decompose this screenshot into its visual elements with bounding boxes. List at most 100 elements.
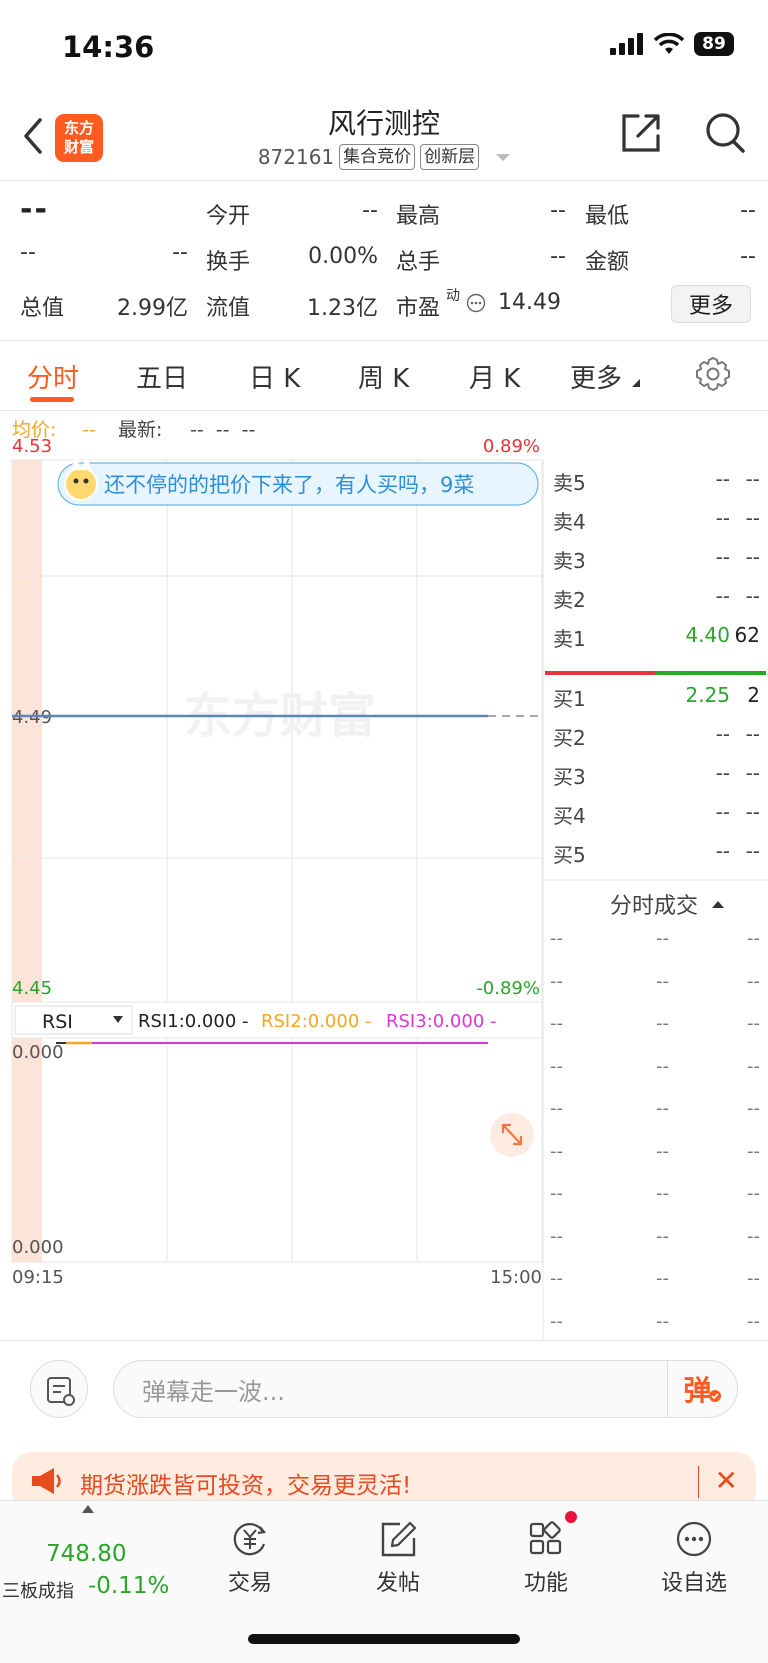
rsi-top-label: 0.000 xyxy=(12,1042,64,1063)
share-icon[interactable] xyxy=(618,110,664,156)
y-axis-mid-label: 4.49 xyxy=(12,707,52,728)
active-tab-indicator xyxy=(30,397,74,402)
tab-daily-k[interactable]: 日 K xyxy=(249,358,300,395)
bid-row[interactable]: 买1 2.25 2 xyxy=(545,675,768,713)
more-dots-icon xyxy=(676,1521,712,1557)
price-change-pct: -- xyxy=(172,240,188,265)
trade-price: -- xyxy=(656,1183,669,1204)
chart-tabs: 分时 五日 日 K 周 K 月 K 更多 xyxy=(0,342,768,410)
search-icon[interactable] xyxy=(703,110,747,156)
pe-dynamic-label: 动 xyxy=(446,288,460,304)
trade-price: -- xyxy=(656,1310,669,1332)
latest-price-label: 最新: xyxy=(118,419,162,441)
index-name: 三板成指 xyxy=(2,1581,74,1602)
trade-price: -- xyxy=(656,1098,669,1119)
status-time: 14:36 xyxy=(62,30,155,64)
rsi2-label: RSI2:0.000 - xyxy=(261,1011,372,1032)
divider xyxy=(698,1466,699,1498)
low-label: 最低 xyxy=(585,204,630,229)
megaphone-icon xyxy=(32,1468,61,1494)
trade-volume: -- xyxy=(747,1310,760,1332)
ask-row[interactable]: 卖4 -- -- xyxy=(545,498,768,536)
low-value: -- xyxy=(740,198,756,223)
trade-price: -- xyxy=(656,1225,669,1247)
trade-price: -- xyxy=(656,970,669,992)
float-cap-label: 流值 xyxy=(206,296,251,321)
ask-row[interactable]: 卖1 4.40 62 xyxy=(545,615,768,653)
rsi3-label: RSI3:0.000 - xyxy=(386,1011,497,1032)
rsi-bottom-label: 0.000 xyxy=(12,1237,64,1258)
trade-time: -- xyxy=(550,1013,563,1034)
nav-trade[interactable]: 交易 xyxy=(195,1519,305,1597)
turnover-label: 换手 xyxy=(206,250,251,275)
bid-row[interactable]: 买3 -- -- xyxy=(545,753,768,791)
battery-icon: 89 xyxy=(694,32,734,56)
trade-time: -- xyxy=(550,1268,563,1289)
index-value: 748.80 xyxy=(46,1541,127,1567)
trade-time: -- xyxy=(550,1098,563,1119)
ask-row[interactable]: 卖2 -- -- xyxy=(545,576,768,614)
grid-icon xyxy=(529,1521,562,1555)
trade-time: -- xyxy=(550,1183,563,1204)
trade-time: -- xyxy=(550,1055,563,1077)
collapse-up-icon xyxy=(712,900,725,908)
bid-row[interactable]: 买2 -- -- xyxy=(545,714,768,752)
tab-five-day[interactable]: 五日 xyxy=(136,358,188,395)
trade-time: -- xyxy=(550,1310,563,1332)
pe-value: 14.49 xyxy=(498,290,561,315)
avg-price-value: -- xyxy=(82,419,96,441)
nav-functions[interactable]: 功能 xyxy=(491,1511,601,1597)
danmu-input[interactable]: 弹幕走一波... 弹 xyxy=(113,1360,738,1418)
divider xyxy=(0,340,768,341)
call-auction-zone xyxy=(12,460,42,1002)
bid-row[interactable]: 买5 -- -- xyxy=(545,831,768,869)
ask-row[interactable]: 卖5 -- -- xyxy=(545,459,768,497)
danmu-text: 还不停的的把价下来了，有人买吗，9菜 xyxy=(104,473,474,497)
index-change: -0.11% xyxy=(88,1573,170,1599)
tab-intraday[interactable]: 分时 xyxy=(27,358,79,395)
rsi1-label: RSI1:0.000 - xyxy=(138,1011,249,1032)
home-indicator xyxy=(248,1634,520,1644)
trade-volume: -- xyxy=(747,928,760,949)
indicator-select[interactable] xyxy=(14,1005,133,1035)
trade-time: -- xyxy=(550,1140,563,1162)
ask-row[interactable]: 卖3 -- -- xyxy=(545,537,768,575)
chevron-down-icon[interactable] xyxy=(496,153,511,161)
svg-text:RSI: RSI xyxy=(42,1011,73,1033)
trade-price: -- xyxy=(656,1013,669,1034)
open-value: -- xyxy=(362,198,378,223)
more-quote-button[interactable]: 更多 xyxy=(671,285,751,323)
trade-time: -- xyxy=(550,1225,563,1247)
float-cap-value: 1.23亿 xyxy=(307,296,378,321)
time-start-label: 09:15 xyxy=(12,1267,64,1288)
danmu-send-button[interactable]: 弹 xyxy=(667,1361,737,1417)
gear-icon[interactable] xyxy=(695,356,731,392)
amount-label: 金额 xyxy=(585,250,630,275)
market-cap-label: 总值 xyxy=(20,296,65,321)
tab-more[interactable]: 更多 xyxy=(570,358,641,395)
trading-mode-tag: 集合竞价 xyxy=(339,144,416,170)
tab-monthly-k[interactable]: 月 K xyxy=(469,358,520,395)
close-icon[interactable]: ✕ xyxy=(715,1464,738,1497)
trade-price: -- xyxy=(656,928,669,949)
tab-weekly-k[interactable]: 周 K xyxy=(358,358,409,395)
trade-volume: -- xyxy=(747,1183,760,1204)
pct-top-label: 0.89% xyxy=(483,436,540,457)
bid-row[interactable]: 买4 -- -- xyxy=(545,792,768,830)
latest-price-value: -- -- -- xyxy=(190,419,255,441)
y-axis-bottom-label: 4.45 xyxy=(12,978,52,999)
nav-add-watchlist[interactable]: 设自选 xyxy=(639,1519,749,1597)
signal-icon xyxy=(610,33,643,55)
trade-icon xyxy=(233,1523,267,1556)
wifi-icon xyxy=(654,33,684,54)
market-tier-tag: 创新层 xyxy=(420,144,480,170)
trade-price: -- xyxy=(656,1268,669,1289)
promo-text: 期货涨跌皆可投资，交易更灵活! xyxy=(80,1473,412,1499)
intraday-trades-title[interactable]: 分时成交 xyxy=(610,888,725,920)
trade-price: -- xyxy=(656,1055,669,1077)
avatar xyxy=(64,467,98,501)
nav-post[interactable]: 发帖 xyxy=(343,1519,453,1597)
danmu-settings-button[interactable] xyxy=(30,1360,88,1418)
open-label: 今开 xyxy=(206,204,251,229)
more-dots-icon[interactable] xyxy=(466,293,486,313)
